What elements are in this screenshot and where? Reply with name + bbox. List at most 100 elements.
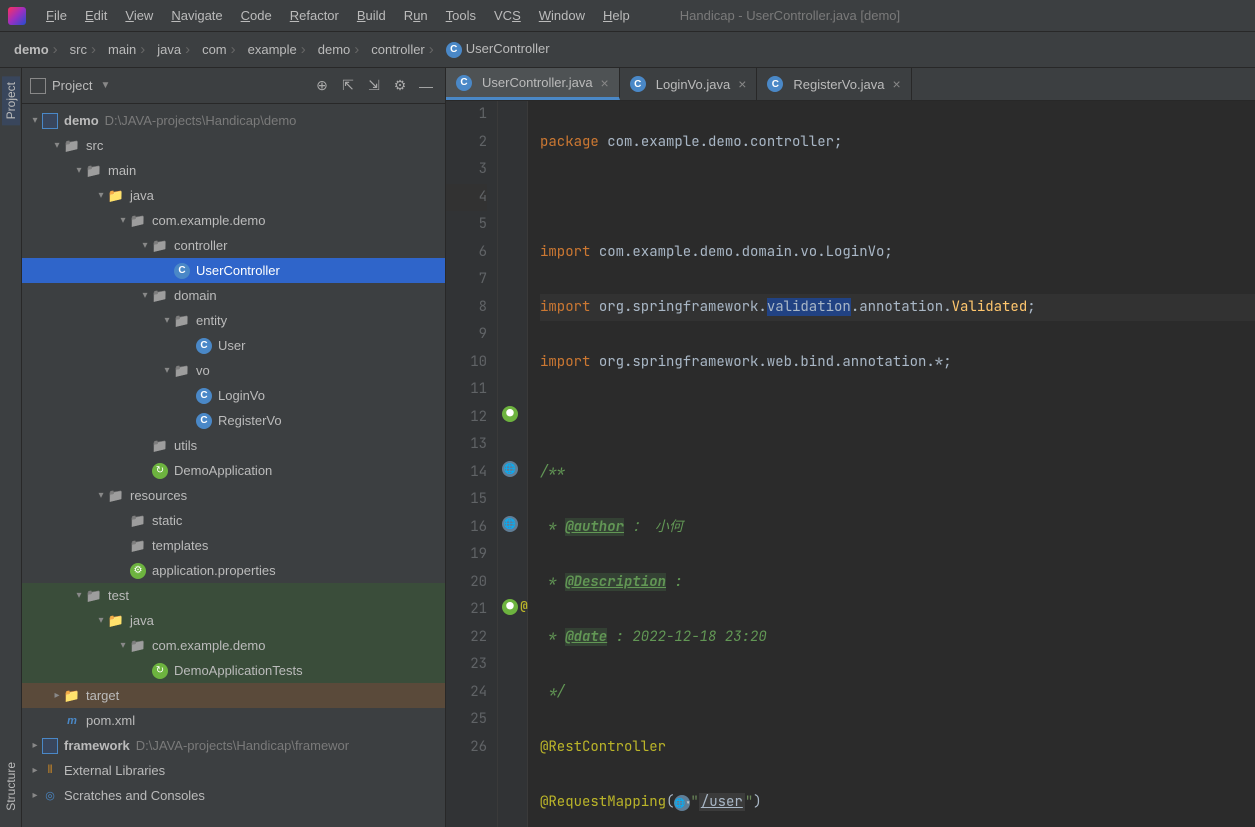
gear-icon[interactable]: ⚙ bbox=[389, 75, 411, 97]
chevron-down-icon[interactable]: ▾ bbox=[116, 215, 130, 226]
chevron-down-icon[interactable]: ▾ bbox=[72, 165, 86, 176]
tree-item-domain[interactable]: ▾domain bbox=[22, 283, 445, 308]
crumb-demo2[interactable]: demo bbox=[314, 41, 368, 58]
menu-navigate[interactable]: Navigate bbox=[163, 4, 230, 27]
tree-item-java[interactable]: ▾java bbox=[22, 183, 445, 208]
menu-help[interactable]: Help bbox=[595, 4, 638, 27]
tree-item-main[interactable]: ▾main bbox=[22, 158, 445, 183]
tree-item-pom[interactable]: mpom.xml bbox=[22, 708, 445, 733]
chevron-down-icon[interactable]: ▾ bbox=[28, 115, 42, 126]
crumb-example[interactable]: example bbox=[244, 41, 314, 58]
crumb-class[interactable]: CUserController bbox=[442, 41, 554, 58]
chevron-down-icon[interactable]: ▾ bbox=[50, 140, 64, 151]
tree-item-package[interactable]: ▾com.example.demo bbox=[22, 208, 445, 233]
menu-run[interactable]: Run bbox=[396, 4, 436, 27]
class-icon: C bbox=[630, 76, 646, 92]
gutter-icons: ● 🌐 🌐 ● @ bbox=[498, 101, 528, 827]
close-icon[interactable]: × bbox=[892, 76, 900, 92]
tree-item-static[interactable]: static bbox=[22, 508, 445, 533]
tree-item-extlibs[interactable]: ▸⫴External Libraries bbox=[22, 758, 445, 783]
tree-item-testjava[interactable]: ▾java bbox=[22, 608, 445, 633]
line-numbers: 123456789101112131415161920212223242526 bbox=[446, 101, 498, 827]
tab-registervo[interactable]: CRegisterVo.java× bbox=[757, 68, 911, 100]
mapping-gutter-icon[interactable]: 🌐 bbox=[502, 516, 518, 532]
tree-item-usercontroller[interactable]: CUserController bbox=[22, 258, 445, 283]
tab-loginvo[interactable]: CLoginVo.java× bbox=[620, 68, 758, 100]
crumb-controller[interactable]: controller bbox=[367, 41, 441, 58]
chevron-down-icon[interactable]: ▾ bbox=[160, 315, 174, 326]
earth-icon: 🌐▾ bbox=[674, 795, 690, 811]
hide-panel-icon[interactable]: — bbox=[415, 75, 437, 97]
menu-build[interactable]: Build bbox=[349, 4, 394, 27]
tree-item-framework[interactable]: ▸frameworkD:\JAVA-projects\Handicap\fram… bbox=[22, 733, 445, 758]
tree-item-appprops[interactable]: ⚙application.properties bbox=[22, 558, 445, 583]
menu-vcs[interactable]: VCS bbox=[486, 4, 529, 27]
chevron-down-icon[interactable]: ▾ bbox=[94, 490, 108, 501]
menu-edit[interactable]: Edit bbox=[77, 4, 115, 27]
menu-refactor[interactable]: Refactor bbox=[282, 4, 347, 27]
tree-item-src[interactable]: ▾src bbox=[22, 133, 445, 158]
tab-usercontroller[interactable]: CUserController.java× bbox=[446, 68, 620, 100]
chevron-down-icon[interactable]: ▾ bbox=[72, 590, 86, 601]
project-tree[interactable]: ▾demoD:\JAVA-projects\Handicap\demo ▾src… bbox=[22, 104, 445, 827]
tree-item-demoapptests[interactable]: ↻DemoApplicationTests bbox=[22, 658, 445, 683]
menu-window[interactable]: Window bbox=[531, 4, 593, 27]
chevron-down-icon[interactable]: ▾ bbox=[160, 365, 174, 376]
collapse-all-icon[interactable]: ⇲ bbox=[363, 75, 385, 97]
spring-icon: ↻ bbox=[152, 463, 168, 479]
tree-item-demoapp[interactable]: ↻DemoApplication bbox=[22, 458, 445, 483]
project-header-title[interactable]: Project bbox=[52, 78, 92, 93]
menu-view[interactable]: View bbox=[117, 4, 161, 27]
crumb-main[interactable]: main bbox=[104, 41, 153, 58]
tree-item-controller[interactable]: ▾controller bbox=[22, 233, 445, 258]
close-icon[interactable]: × bbox=[601, 75, 609, 91]
package-icon bbox=[174, 363, 190, 379]
chevron-right-icon[interactable]: ▸ bbox=[28, 765, 42, 776]
close-icon[interactable]: × bbox=[738, 76, 746, 92]
select-opened-icon[interactable]: ⊕ bbox=[311, 75, 333, 97]
chevron-down-icon[interactable]: ▾ bbox=[94, 615, 108, 626]
crumb-java[interactable]: java bbox=[153, 41, 198, 58]
scratches-icon: ◎ bbox=[42, 788, 58, 804]
chevron-down-icon[interactable]: ▾ bbox=[138, 240, 152, 251]
folder-icon bbox=[86, 588, 102, 604]
editor-tabs: CUserController.java× CLoginVo.java× CRe… bbox=[446, 68, 1255, 101]
module-icon bbox=[42, 113, 58, 129]
tree-item-demo[interactable]: ▾demoD:\JAVA-projects\Handicap\demo bbox=[22, 108, 445, 133]
spring-gutter-icon[interactable]: ● bbox=[502, 406, 518, 422]
menu-tools[interactable]: Tools bbox=[438, 4, 484, 27]
tree-item-utils[interactable]: utils bbox=[22, 433, 445, 458]
editor-body[interactable]: 123456789101112131415161920212223242526 … bbox=[446, 101, 1255, 827]
tree-item-loginvo[interactable]: CLoginVo bbox=[22, 383, 445, 408]
project-view-dropdown[interactable]: ▼ bbox=[100, 80, 110, 91]
chevron-right-icon[interactable]: ▸ bbox=[28, 740, 42, 751]
chevron-down-icon[interactable]: ▾ bbox=[138, 290, 152, 301]
module-icon bbox=[42, 738, 58, 754]
tree-item-target[interactable]: ▸target bbox=[22, 683, 445, 708]
chevron-down-icon[interactable]: ▾ bbox=[94, 190, 108, 201]
crumb-demo[interactable]: demo bbox=[10, 41, 66, 58]
tree-item-testpkg[interactable]: ▾com.example.demo bbox=[22, 633, 445, 658]
project-view-icon bbox=[30, 78, 46, 94]
chevron-right-icon[interactable]: ▸ bbox=[28, 790, 42, 801]
expand-all-icon[interactable]: ⇱ bbox=[337, 75, 359, 97]
tree-item-registervo[interactable]: CRegisterVo bbox=[22, 408, 445, 433]
libraries-icon: ⫴ bbox=[42, 763, 58, 779]
menu-file[interactable]: File bbox=[38, 4, 75, 27]
chevron-right-icon[interactable]: ▸ bbox=[50, 690, 64, 701]
chevron-down-icon[interactable]: ▾ bbox=[116, 640, 130, 651]
menu-code[interactable]: Code bbox=[233, 4, 280, 27]
code-area[interactable]: package com.example.demo.controller; imp… bbox=[528, 101, 1255, 827]
side-tab-structure[interactable]: Structure bbox=[2, 756, 20, 817]
tree-item-scratches[interactable]: ▸◎Scratches and Consoles bbox=[22, 783, 445, 808]
tree-item-templates[interactable]: templates bbox=[22, 533, 445, 558]
tree-item-test[interactable]: ▾test bbox=[22, 583, 445, 608]
tree-item-resources[interactable]: ▾resources bbox=[22, 483, 445, 508]
side-tab-project[interactable]: Project bbox=[2, 76, 20, 125]
crumb-src[interactable]: src bbox=[66, 41, 104, 58]
tree-item-entity[interactable]: ▾entity bbox=[22, 308, 445, 333]
tree-item-vo[interactable]: ▾vo bbox=[22, 358, 445, 383]
tree-item-user[interactable]: CUser bbox=[22, 333, 445, 358]
crumb-com[interactable]: com bbox=[198, 41, 244, 58]
mapping-gutter-icon[interactable]: 🌐 bbox=[502, 461, 518, 477]
